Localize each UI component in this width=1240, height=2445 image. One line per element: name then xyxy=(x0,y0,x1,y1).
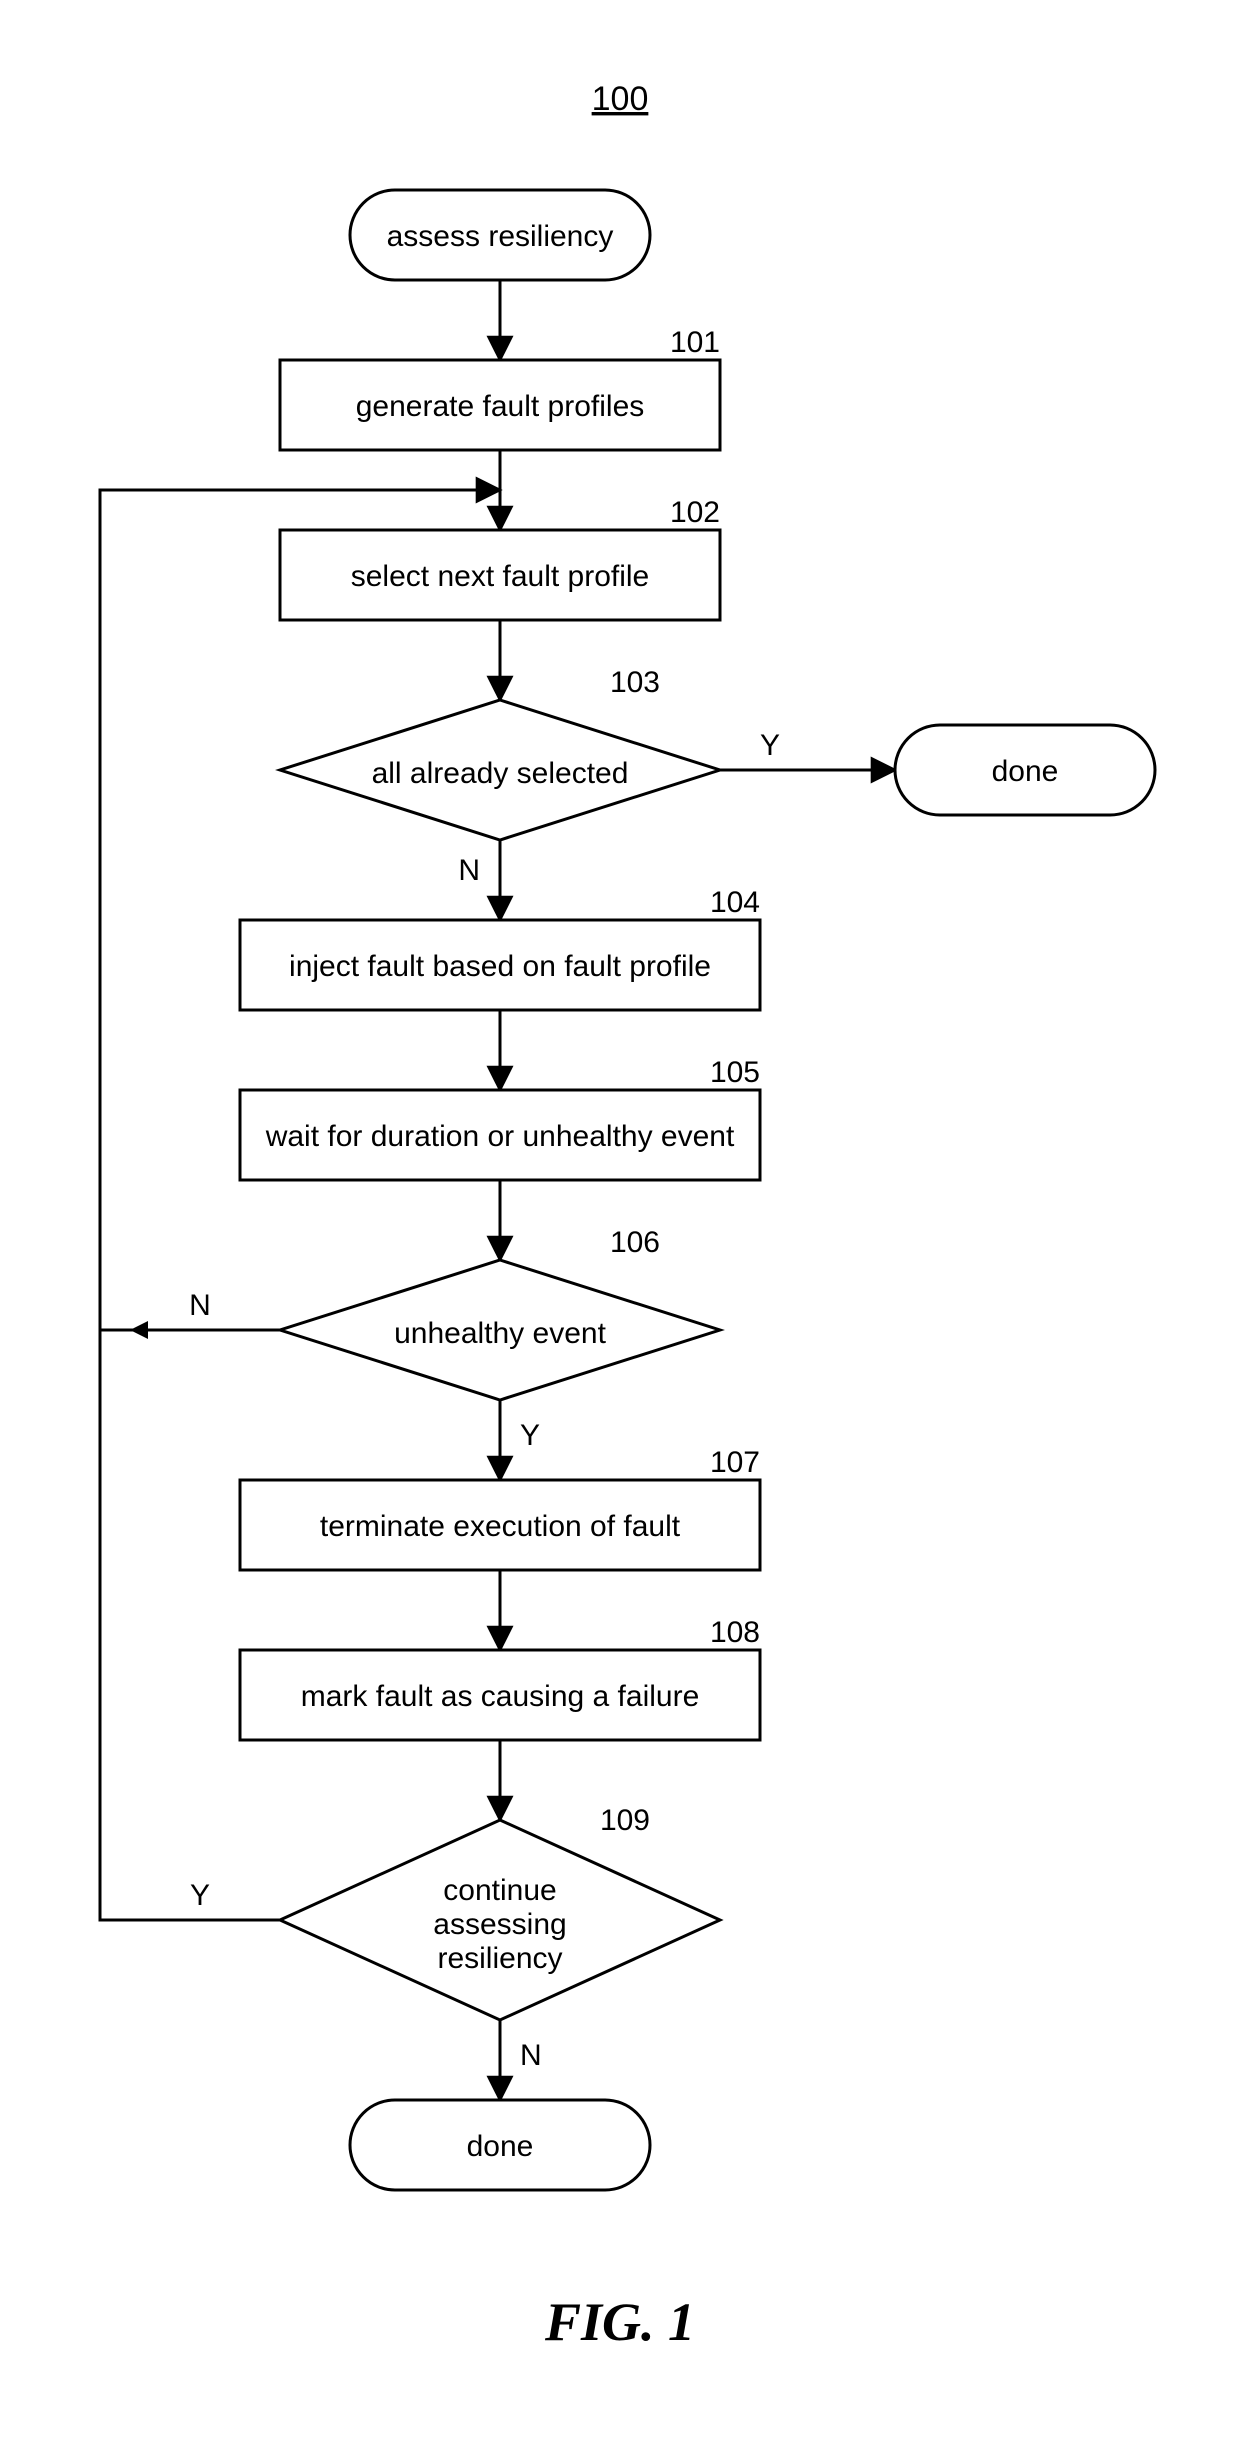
label-109-2: assessing xyxy=(433,1908,566,1941)
label-103-Y: Y xyxy=(760,729,780,762)
label-101: generate fault profiles xyxy=(356,390,645,423)
label-109-3: resiliency xyxy=(437,1942,562,1975)
figure-number: 100 xyxy=(592,80,649,118)
num-105: 105 xyxy=(710,1056,760,1089)
label-104: inject fault based on fault profile xyxy=(289,950,711,983)
label-107: terminate execution of fault xyxy=(320,1510,681,1543)
label-106-N: N xyxy=(189,1289,211,1322)
label-103: all already selected xyxy=(372,757,629,790)
num-103: 103 xyxy=(610,666,660,699)
label-done-right: done xyxy=(992,755,1059,788)
num-102: 102 xyxy=(670,496,720,529)
node-done-bottom-terminator: done xyxy=(350,2100,650,2190)
label-106: unhealthy event xyxy=(394,1317,606,1350)
label-102: select next fault profile xyxy=(351,560,650,593)
num-104: 104 xyxy=(710,886,760,919)
num-109: 109 xyxy=(600,1804,650,1837)
node-109-decision: 109 continue assessing resiliency xyxy=(280,1804,720,2020)
num-108: 108 xyxy=(710,1616,760,1649)
node-done-right-terminator: done xyxy=(895,725,1155,815)
label-106-Y: Y xyxy=(520,1419,540,1452)
edge-109-loop xyxy=(100,1330,280,1920)
num-107: 107 xyxy=(710,1446,760,1479)
label-103-N: N xyxy=(458,854,480,887)
node-start-terminator: assess resiliency xyxy=(350,190,650,280)
label-108: mark fault as causing a failure xyxy=(301,1680,700,1713)
start-label: assess resiliency xyxy=(387,220,614,253)
num-106: 106 xyxy=(610,1226,660,1259)
page-container: 100 assess resiliency 101 generate fault… xyxy=(0,0,1240,2445)
label-105: wait for duration or unhealthy event xyxy=(265,1120,735,1153)
label-done-bottom: done xyxy=(467,2130,534,2163)
label-109-N: N xyxy=(520,2039,542,2072)
arrowhead-106-left xyxy=(130,1321,148,1339)
label-109-Y: Y xyxy=(190,1879,210,1912)
flowchart-svg: 100 assess resiliency 101 generate fault… xyxy=(0,0,1240,2445)
label-109-1: continue xyxy=(443,1874,556,1907)
figure-title: FIG. 1 xyxy=(544,2292,695,2352)
num-101: 101 xyxy=(670,326,720,359)
